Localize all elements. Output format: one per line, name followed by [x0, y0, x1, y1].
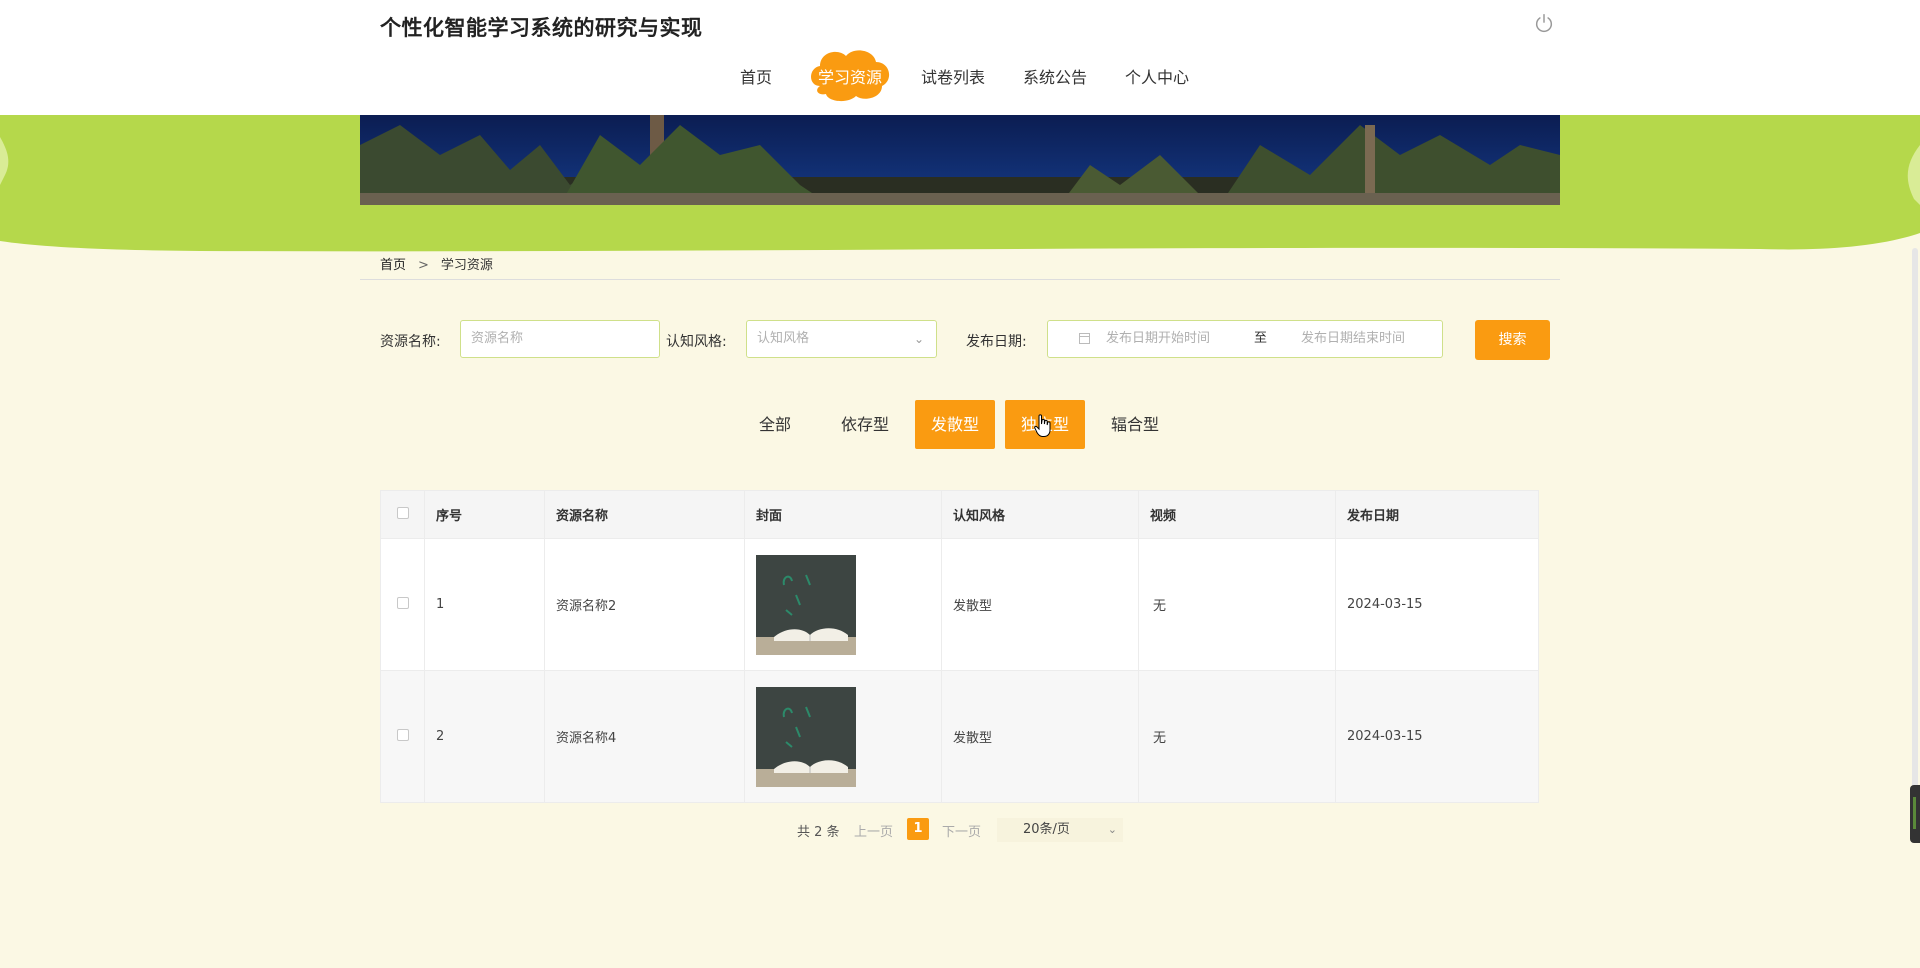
row-no: 1: [424, 538, 545, 671]
row-checkbox[interactable]: [396, 728, 409, 741]
chevron-down-icon: ⌄: [913, 332, 924, 346]
tab-convergent[interactable]: 辐合型: [1103, 400, 1167, 449]
power-icon[interactable]: [1533, 12, 1555, 34]
calendar-icon: [1079, 333, 1090, 344]
search-button[interactable]: 搜索: [1475, 320, 1550, 360]
select-all-checkbox[interactable]: [396, 506, 409, 519]
header: 个性化智能学习系统的研究与实现 首页 学习资源 试卷列表 系统公告 个人中心: [0, 0, 1920, 115]
column-header-video: 视频: [1138, 490, 1336, 539]
pagination: 共 2 条 上一页 1 下一页 20条/页 ⌄: [0, 818, 1920, 842]
nav-learning-resources[interactable]: 学习资源: [806, 44, 894, 104]
nav-personal-center[interactable]: 个人中心: [1125, 64, 1189, 88]
cover-image[interactable]: [756, 686, 856, 787]
row-video: 无: [1138, 538, 1336, 671]
site-title: 个性化智能学习系统的研究与实现: [380, 16, 703, 40]
table-row[interactable]: 2 资源名称4 发散型 无 2024-03-15: [380, 670, 1539, 803]
row-checkbox[interactable]: [396, 596, 409, 609]
nav-announcements[interactable]: 系统公告: [1023, 64, 1087, 88]
breadcrumb-home[interactable]: 首页: [380, 258, 406, 273]
pagination-total: 共 2 条: [797, 825, 840, 840]
row-date: 2024-03-15: [1335, 538, 1539, 671]
cognitive-style-select[interactable]: 认知风格 ⌄: [746, 320, 937, 358]
scrollbar[interactable]: [1912, 248, 1918, 838]
column-header-no: 序号: [424, 490, 545, 539]
date-start-input[interactable]: 发布日期开始时间: [1106, 321, 1210, 357]
column-header-style: 认知风格: [941, 490, 1139, 539]
row-style: 发散型: [941, 670, 1139, 803]
table-header-row: 序号 资源名称 封面 认知风格 视频 发布日期: [380, 490, 1539, 539]
breadcrumb: 首页 > 学习资源: [380, 254, 493, 273]
page-size-value: 20条/页: [1023, 822, 1070, 837]
publish-date-label: 发布日期:: [966, 334, 1027, 350]
row-cover-cell: [744, 670, 942, 803]
resource-table: 序号 资源名称 封面 认知风格 视频 发布日期 1 资源名称2 发散型 无 20…: [380, 490, 1539, 803]
main-nav: 首页 学习资源 试卷列表 系统公告 个人中心: [0, 44, 1920, 104]
page-size-select[interactable]: 20条/页 ⌄: [997, 818, 1123, 842]
nav-home[interactable]: 首页: [740, 64, 772, 88]
pagination-prev[interactable]: 上一页: [854, 821, 893, 840]
column-header-date: 发布日期: [1335, 490, 1539, 539]
breadcrumb-current: 学习资源: [440, 258, 493, 273]
pagination-next[interactable]: 下一页: [942, 821, 981, 840]
column-header-cover: 封面: [744, 490, 942, 539]
pagination-page-1[interactable]: 1: [907, 818, 929, 840]
table-row[interactable]: 1 资源名称2 发散型 无 2024-03-15: [380, 538, 1539, 671]
resource-name-label: 资源名称:: [380, 334, 441, 350]
tab-divergent[interactable]: 发散型: [915, 400, 995, 449]
select-all-cell: [380, 490, 425, 539]
publish-date-range[interactable]: 发布日期开始时间 至 发布日期结束时间: [1047, 320, 1443, 358]
resource-name-placeholder: 资源名称: [471, 331, 524, 346]
resource-name-input[interactable]: 资源名称: [460, 320, 660, 358]
column-header-name: 资源名称: [544, 490, 745, 539]
tab-dependent[interactable]: 依存型: [833, 400, 897, 449]
tab-all[interactable]: 全部: [748, 400, 802, 449]
row-checkbox-cell: [380, 538, 425, 671]
cover-image[interactable]: [756, 554, 856, 655]
row-no: 2: [424, 670, 545, 803]
row-date: 2024-03-15: [1335, 670, 1539, 803]
banner-image: [360, 115, 1560, 205]
date-end-input[interactable]: 发布日期结束时间: [1301, 321, 1405, 357]
chevron-down-icon: ⌄: [1107, 823, 1117, 836]
cognitive-style-placeholder: 认知风格: [757, 331, 810, 346]
row-checkbox-cell: [380, 670, 425, 803]
date-range-separator: 至: [1254, 331, 1268, 346]
row-cover-cell: [744, 538, 942, 671]
row-name: 资源名称2: [544, 538, 745, 671]
cognitive-style-label: 认知风格:: [666, 334, 727, 350]
nav-exam-list[interactable]: 试卷列表: [921, 64, 985, 88]
row-name: 资源名称4: [544, 670, 745, 803]
row-style: 发散型: [941, 538, 1139, 671]
side-widget-handle[interactable]: [1910, 785, 1920, 843]
nav-learning-resources-label: 学习资源: [817, 68, 882, 87]
breadcrumb-separator: >: [418, 258, 429, 273]
battery-icon: [1913, 797, 1916, 829]
hand-cursor-icon: [1034, 414, 1051, 437]
row-video: 无: [1138, 670, 1336, 803]
breadcrumb-divider: [360, 279, 1560, 280]
